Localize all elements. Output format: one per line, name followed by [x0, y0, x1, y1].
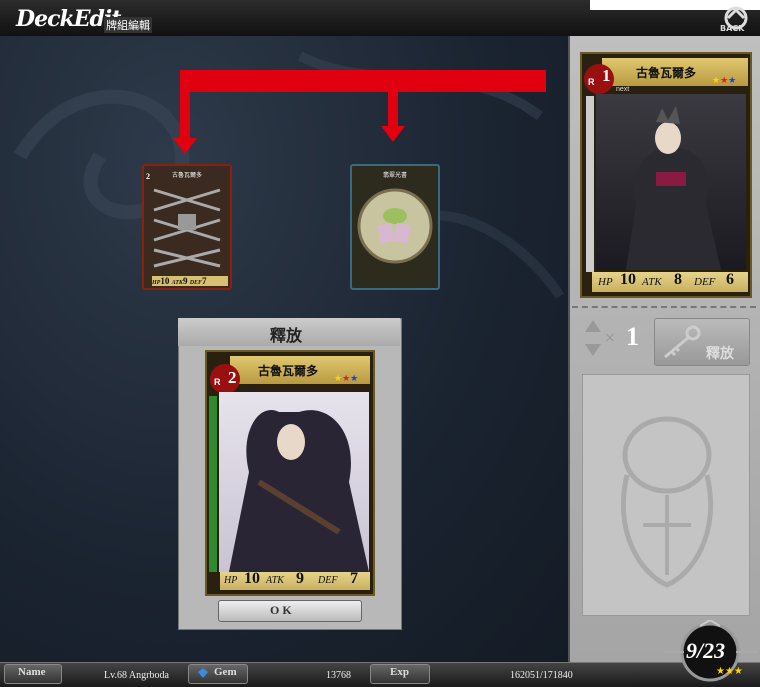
selected-card-name: 古魯瓦爾多	[258, 364, 319, 378]
book-item-icon	[357, 188, 433, 264]
preview-card-def: 6	[726, 271, 734, 288]
card-stats: HP10 ATK9 DEF7	[152, 276, 228, 286]
key-icon	[664, 325, 701, 359]
exp-value: 162051/171840	[510, 670, 573, 681]
back-label: BACK	[720, 24, 745, 33]
gem-icon	[198, 668, 208, 678]
deck-card-emerald-book[interactable]: 翡翠光書	[350, 164, 440, 290]
exp-label: Exp	[390, 666, 409, 678]
deck-count: 9/23	[686, 638, 726, 663]
preview-card-stats: HP 10 ATK 8 DEF 6	[592, 271, 748, 292]
arrow-bar	[180, 70, 546, 92]
selected-card-next-label: next	[242, 384, 256, 391]
card-name: 翡翠光書	[382, 173, 407, 179]
ok-label: O K	[270, 603, 292, 617]
count-multiplier: ×	[604, 330, 616, 346]
release-count: 1	[626, 322, 639, 351]
preview-card-star-icon: ★★★	[712, 76, 737, 86]
arrow-head-left-icon	[173, 138, 197, 154]
selected-card-hp-gauge	[209, 396, 217, 572]
player-name: Lv.68 Angrboda	[104, 670, 169, 681]
selected-card-rank-letter: R	[214, 377, 221, 387]
arrow-shaft-left	[180, 70, 190, 142]
selected-card-stats: HP 10 ATK 9 DEF 7	[220, 570, 370, 590]
preview-card-art	[596, 94, 746, 270]
rarity-stars: ★★★	[716, 666, 743, 677]
preview-card-hp-gauge	[586, 96, 594, 272]
selected-card-art	[219, 392, 369, 572]
gem-count: 13768	[326, 670, 351, 681]
preview-card-next-label: next	[616, 86, 630, 93]
chain-lock-icon	[153, 188, 221, 268]
selected-card-hp: 10	[244, 570, 260, 587]
preview-card-hp: 10	[620, 271, 636, 288]
preview-card-atk: 8	[674, 271, 682, 288]
card-name: 古魯瓦爾多	[171, 173, 202, 179]
preview-card-rank: 1	[602, 66, 611, 85]
preview-card-rank-letter: R	[588, 77, 595, 87]
release-button[interactable]	[654, 318, 750, 366]
selected-card-def: 7	[350, 570, 358, 587]
divider	[572, 306, 756, 308]
up-down-arrows-icon	[585, 320, 601, 356]
release-panel-title: 釋放	[270, 328, 303, 345]
selected-card-atk: 9	[296, 570, 304, 587]
page-subtitle: 牌組編輯	[104, 17, 152, 33]
gem-label: Gem	[214, 666, 237, 678]
selected-card-rank: 2	[228, 368, 237, 387]
deck-card-guruwaldo[interactable]: 古魯瓦爾多 2 HP10 ATK9 DEF7	[142, 164, 232, 290]
release-button-label: 釋放	[706, 347, 734, 362]
preview-card-name: 古魯瓦爾多	[636, 66, 697, 80]
selected-card-star-icon: ★★★	[334, 374, 359, 384]
name-label: Name	[18, 666, 46, 678]
arrow-head-right-icon	[381, 126, 405, 142]
empty-card-slot	[582, 374, 750, 616]
arrow-shaft-right	[388, 70, 398, 130]
